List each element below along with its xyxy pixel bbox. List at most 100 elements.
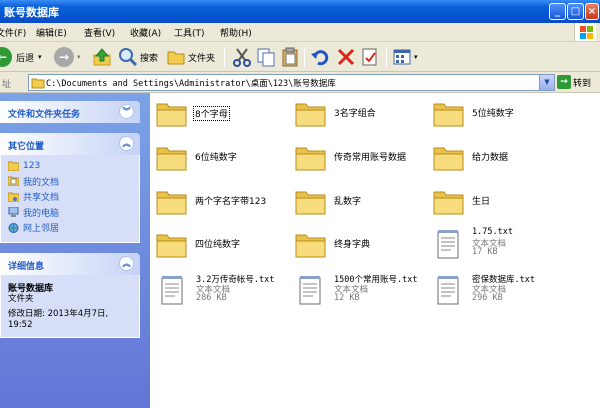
place-item-123[interactable]: 123: [1, 158, 139, 174]
address-input[interactable]: C:\Documents and Settings\Administrator\…: [28, 74, 555, 91]
folder-item[interactable]: 6位纯数字: [150, 140, 288, 180]
places-panel-header[interactable]: 其它位置 ︽: [0, 133, 140, 155]
text-file-item[interactable]: 1500个常用账号.txt 文本文档 12 KB: [292, 273, 430, 313]
chevron-up-icon[interactable]: ︽: [119, 136, 134, 151]
folder-label: 两个字名字带123: [195, 197, 267, 207]
network-icon: [8, 222, 19, 233]
details-body: 账号数据库 文件夹 修改日期: 2013年4月7日, 19:52: [0, 275, 140, 338]
tasks-panel-title: 文件和文件夹任务: [8, 110, 81, 120]
text-file-icon: [161, 276, 183, 305]
folder-item[interactable]: 5位纯数字: [427, 96, 565, 136]
folder-item[interactable]: 生日: [427, 184, 565, 224]
folder-label: 5位纯数字: [472, 109, 514, 119]
copy-icon: [257, 48, 275, 67]
folder-icon: [8, 161, 19, 171]
folder-label: 终身字典: [334, 240, 371, 250]
back-button[interactable]: ← 后退 ▾: [0, 46, 42, 68]
text-file-icon: [437, 230, 459, 259]
menu-view[interactable]: 查看(V): [84, 26, 115, 39]
place-label: 我的电脑: [23, 208, 60, 219]
address-dropdown-icon[interactable]: ▼: [539, 75, 554, 90]
folder-icon: [295, 234, 326, 258]
details-modified: 修改日期: 2013年4月7日,: [8, 309, 109, 319]
up-folder-icon: [93, 48, 111, 66]
menu-help[interactable]: 帮助(H): [220, 26, 252, 39]
computer-icon: [8, 207, 19, 218]
folder-label: 给力数据: [472, 153, 509, 163]
chevron-up-icon[interactable]: ︽: [119, 256, 134, 271]
tasks-panel: 文件和文件夹任务 ︾: [0, 101, 140, 123]
views-dropdown-icon: ▾: [414, 53, 418, 61]
forward-button[interactable]: → ▾: [54, 46, 81, 68]
text-file-icon: [299, 276, 321, 305]
folder-icon: [156, 103, 187, 127]
forward-dropdown-icon: ▾: [77, 53, 81, 61]
place-label: 网上邻居: [23, 224, 60, 235]
address-label: 址: [2, 80, 12, 90]
task-pane: 文件和文件夹任务 ︾ 其它位置 ︽ 123 我的文档 共享文档 我的电脑 网上邻…: [0, 93, 150, 408]
folder-icon: [295, 191, 326, 215]
folder-item[interactable]: 给力数据: [427, 140, 565, 180]
place-label: 共享文档: [23, 193, 60, 204]
folder-item[interactable]: 8个字母: [150, 96, 288, 136]
tasks-panel-header[interactable]: 文件和文件夹任务 ︾: [0, 101, 140, 123]
folder-item[interactable]: 四位纯数字: [150, 227, 288, 267]
shared-documents-icon: [8, 192, 19, 202]
menu-tools[interactable]: 工具(T): [174, 26, 205, 39]
back-label: 后退: [16, 53, 35, 64]
place-item-shared-documents[interactable]: 共享文档: [1, 189, 139, 205]
menu-file[interactable]: 文件(F): [0, 26, 26, 39]
toolbar-separator: [386, 47, 387, 67]
title-bar: 账号数据库 _ □ ×: [0, 0, 600, 23]
go-button[interactable]: → 转到: [557, 75, 591, 89]
maximize-button[interactable]: □: [567, 3, 584, 20]
details-panel-header[interactable]: 详细信息 ︽: [0, 253, 140, 275]
places-panel-title: 其它位置: [8, 142, 45, 152]
search-icon: [119, 48, 138, 67]
forward-arrow-icon: →: [54, 47, 74, 67]
place-item-my-documents[interactable]: 我的文档: [1, 174, 139, 190]
copy-button[interactable]: [256, 46, 276, 68]
folder-label: 3名字组合: [334, 109, 376, 119]
places-panel: 其它位置 ︽ 123 我的文档 共享文档 我的电脑 网上邻居: [0, 133, 140, 243]
back-dropdown-icon: ▾: [38, 53, 42, 61]
details-modified-time: 19:52: [8, 320, 33, 330]
place-item-my-computer[interactable]: 我的电脑: [1, 205, 139, 221]
search-button[interactable]: 搜索: [118, 46, 158, 68]
text-file-item[interactable]: 密保数据库.txt 文本文档 296 KB: [430, 273, 568, 313]
menu-favorites[interactable]: 收藏(A): [130, 26, 161, 39]
minimize-button[interactable]: _: [549, 3, 566, 20]
folder-icon: [156, 147, 187, 171]
folders-button[interactable]: 文件夹: [166, 46, 215, 68]
folder-label: 6位纯数字: [195, 153, 237, 163]
text-file-item[interactable]: 3.2万传奇帐号.txt 文本文档 286 KB: [154, 273, 292, 313]
folder-icon: [433, 191, 464, 215]
menu-edit[interactable]: 编辑(E): [36, 26, 67, 39]
address-path: C:\Documents and Settings\Administrator\…: [46, 79, 336, 89]
folder-item[interactable]: 终身字典: [289, 227, 427, 267]
delete-button[interactable]: [336, 46, 356, 68]
folders-label: 文件夹: [188, 53, 216, 64]
search-label: 搜索: [140, 53, 159, 64]
undo-button[interactable]: [310, 46, 330, 68]
file-size: 17 KB: [472, 247, 498, 257]
file-size: 12 KB: [334, 293, 360, 303]
details-panel-title: 详细信息: [8, 262, 45, 272]
folder-item[interactable]: 乱数字: [289, 184, 427, 224]
folder-item[interactable]: 3名字组合: [289, 96, 427, 136]
text-file-item[interactable]: 1.75.txt 文本文档 17 KB: [430, 227, 568, 267]
place-item-network[interactable]: 网上邻居: [1, 220, 139, 236]
places-list: 123 我的文档 共享文档 我的电脑 网上邻居: [0, 155, 140, 243]
folder-item[interactable]: 两个字名字带123: [150, 184, 288, 224]
views-button[interactable]: ▾: [392, 46, 418, 68]
place-label: 123: [23, 160, 41, 171]
cut-button[interactable]: [232, 46, 252, 68]
folder-item[interactable]: 传奇常用账号数据: [289, 140, 427, 180]
paste-button[interactable]: [280, 46, 300, 68]
properties-button[interactable]: [360, 46, 380, 68]
chevron-down-icon[interactable]: ︾: [119, 104, 134, 119]
up-folder-button[interactable]: [92, 46, 112, 68]
paste-icon: [282, 47, 298, 67]
close-button[interactable]: ×: [585, 3, 599, 20]
text-file-icon: [437, 276, 459, 305]
